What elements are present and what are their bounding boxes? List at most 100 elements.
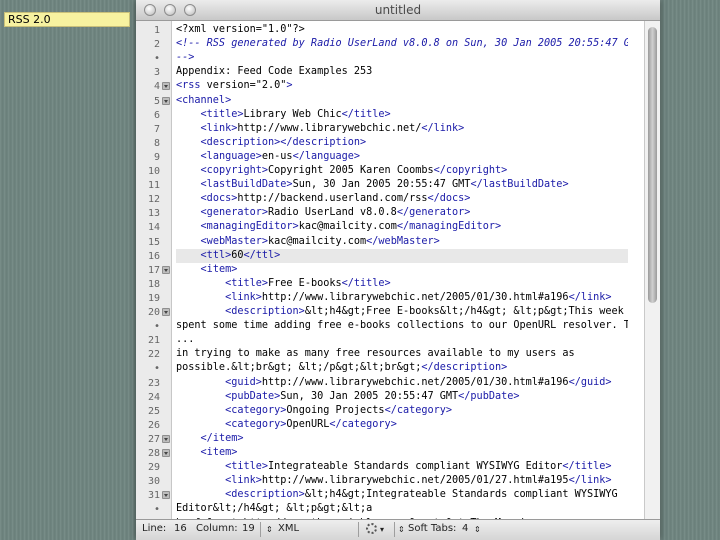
code-text: Appendix: Feed Code Examples 253 [176,66,373,78]
code-line: <guid>http://www.librarywebchic.net/2005… [176,376,628,390]
line-number: • [153,53,160,65]
code-text: version="2.0" [206,80,287,92]
chevron-updown-icon[interactable]: ⇕ [474,525,481,534]
xml-tag: <link> [225,291,262,303]
code-text: kac@mailcity.com [268,235,367,247]
xml-tag: </ttl> [243,249,281,261]
line-number: 22 [147,349,160,361]
code-text: ... [176,334,195,346]
fold-toggle-icon[interactable] [162,434,170,443]
fold-toggle-icon[interactable] [162,96,170,105]
line-number: 2 [153,39,160,51]
title-bar[interactable]: untitled [136,0,660,21]
code-line: </item> [176,432,628,446]
xml-tag: <description> [225,489,305,501]
status-divider [394,522,395,537]
line-number: 10 [147,166,160,177]
line-number-gutter: 1 2 • 3 4 5 6 7 8 9 10 11 12 13 14 15 16 17 18 19 20 • 21 22 • 23… [136,21,172,530]
line-number: 26 [147,419,160,431]
soft-tabs-label[interactable]: Soft Tabs: [408,523,456,534]
line-number: 7 [153,123,160,135]
xml-tag: </language> [292,150,361,162]
code-line: <pubDate>Sun, 30 Jan 2005 20:55:47 GMT</… [176,390,628,404]
code-line: <copyright>Copyright 2005 Karen Coombs</… [176,164,628,178]
xml-tag: <description></description> [200,136,367,148]
line-number: 5 [153,95,160,107]
code-line: <title>Integrateable Standards compliant… [176,460,628,474]
fold-toggle-icon[interactable] [162,308,170,316]
gear-icon[interactable] [366,523,377,534]
code-line: <channel> [176,94,628,108]
line-number: • [153,504,160,516]
code-text: 60 [231,249,244,261]
fold-toggle-icon[interactable] [162,491,170,500]
code-line: <description>&lt;h4&gt;Free E-books&lt;/… [176,305,628,319]
code-line: <generator>Radio UserLand v8.0.8</genera… [176,206,628,220]
line-number: 15 [147,236,160,248]
fold-toggle-icon[interactable] [162,82,170,91]
xml-tag: <title> [225,461,269,473]
soft-tabs-value[interactable]: 4 [462,523,468,534]
line-number: 11 [147,180,160,192]
line-number: 31 [147,490,160,502]
scrollbar-thumb[interactable] [648,27,657,303]
code-text: http://www.librarywebchic.net/2005/01/30… [261,376,569,388]
xml-tag: <pubDate> [225,390,281,402]
xml-tag: </link> [421,122,465,134]
code-text: http://www.librarywebchic.net/ [237,122,422,134]
fold-toggle-icon[interactable] [162,449,170,457]
line-number: 25 [147,405,160,417]
line-number: 14 [147,222,160,234]
xml-tag: <language> [200,150,262,162]
line-number: 18 [147,278,160,290]
xml-tag: <category> [225,418,287,430]
xml-tag: </category> [384,404,453,416]
line-number: 3 [153,67,160,79]
editor-window: untitled 1 2 • 3 4 5 6 7 8 9 10 11 12 13 14 15 16 17 18 19 2… [136,0,660,540]
code-line: --> [176,51,628,65]
code-line: <rss version="2.0"> [176,79,628,93]
xml-tag: </title> [562,461,612,473]
line-label: Line: [142,523,167,534]
xml-tag: <lastBuildDate> [200,179,293,191]
language-selector[interactable]: XML [278,523,299,534]
window-title: untitled [374,3,422,17]
line-number: 4 [153,81,160,93]
code-text: Library Web Chic [243,108,342,120]
code-text: <?xml version="1.0"?> [176,24,305,35]
xml-tag: <managingEditor> [200,221,299,233]
line-number: 28 [147,448,160,459]
line-number: 9 [153,151,160,163]
xml-tag: </managingEditor> [396,221,502,233]
code-text: Copyright 2005 Karen Coombs [268,165,434,176]
code-editor[interactable]: <?xml version="1.0"?> <!-- RSS generated … [176,21,628,519]
line-number: 17 [147,264,160,276]
xml-tag: </docs> [427,193,471,205]
fold-toggle-icon[interactable] [162,265,170,274]
code-text: Free E-books [268,277,342,289]
xml-tag: <channel> [176,94,232,106]
code-line: <webMaster>kac@mailcity.com</webMaster> [176,235,628,249]
code-line: <item> [176,446,628,460]
code-line: <?xml version="1.0"?> [176,23,628,37]
column-label: Column: [196,523,238,534]
code-line: <link>http://www.librarywebchic.net/2005… [176,474,628,488]
chevron-down-icon[interactable]: ▾ [380,525,384,534]
vertical-scrollbar[interactable] [644,21,660,519]
xml-tag: </title> [341,277,391,289]
xml-tag: <ttl> [200,249,232,261]
code-text: Integrateable Standards compliant WYSIWY… [268,461,563,473]
line-number: 24 [147,391,160,403]
